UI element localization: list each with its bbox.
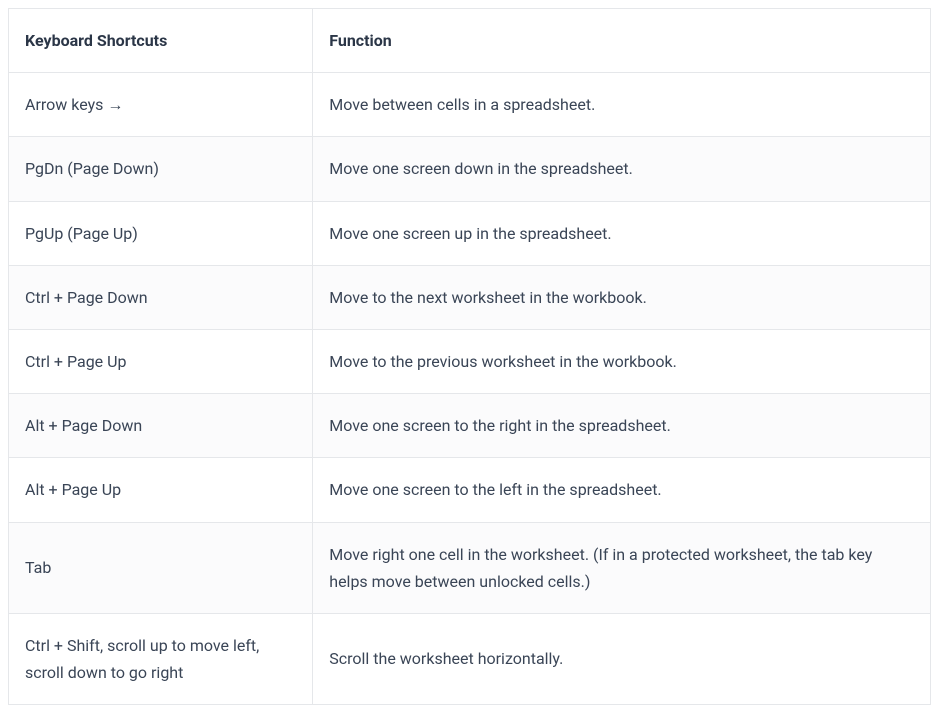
shortcuts-table: Keyboard Shortcuts Function Arrow keys →… bbox=[8, 8, 931, 705]
cell-function: Move to the previous worksheet in the wo… bbox=[313, 329, 931, 393]
cell-shortcut: PgDn (Page Down) bbox=[9, 137, 313, 201]
table-row: Alt + Page DownMove one screen to the ri… bbox=[9, 394, 931, 458]
cell-function: Scroll the worksheet horizontally. bbox=[313, 613, 931, 704]
cell-function: Move right one cell in the worksheet. (I… bbox=[313, 522, 931, 613]
cell-shortcut: PgUp (Page Up) bbox=[9, 201, 313, 265]
table-row: Alt + Page UpMove one screen to the left… bbox=[9, 458, 931, 522]
cell-function: Move between cells in a spreadsheet. bbox=[313, 73, 931, 137]
table-row: Ctrl + Shift, scroll up to move left, sc… bbox=[9, 613, 931, 704]
cell-shortcut: Ctrl + Shift, scroll up to move left, sc… bbox=[9, 613, 313, 704]
cell-shortcut: Arrow keys → bbox=[9, 73, 313, 137]
cell-function: Move one screen to the right in the spre… bbox=[313, 394, 931, 458]
cell-shortcut: Alt + Page Up bbox=[9, 458, 313, 522]
table-row: Ctrl + Page DownMove to the next workshe… bbox=[9, 265, 931, 329]
header-shortcut: Keyboard Shortcuts bbox=[9, 9, 313, 73]
cell-function: Move one screen up in the spreadsheet. bbox=[313, 201, 931, 265]
table-row: Ctrl + Page UpMove to the previous works… bbox=[9, 329, 931, 393]
table-row: TabMove right one cell in the worksheet.… bbox=[9, 522, 931, 613]
cell-function: Move one screen down in the spreadsheet. bbox=[313, 137, 931, 201]
cell-shortcut: Tab bbox=[9, 522, 313, 613]
table-row: Arrow keys →Move between cells in a spre… bbox=[9, 73, 931, 137]
cell-function: Move one screen to the left in the sprea… bbox=[313, 458, 931, 522]
cell-shortcut: Ctrl + Page Up bbox=[9, 329, 313, 393]
cell-shortcut: Ctrl + Page Down bbox=[9, 265, 313, 329]
table-row: PgDn (Page Down)Move one screen down in … bbox=[9, 137, 931, 201]
table-header-row: Keyboard Shortcuts Function bbox=[9, 9, 931, 73]
cell-function: Move to the next worksheet in the workbo… bbox=[313, 265, 931, 329]
table-row: PgUp (Page Up)Move one screen up in the … bbox=[9, 201, 931, 265]
header-function: Function bbox=[313, 9, 931, 73]
cell-shortcut: Alt + Page Down bbox=[9, 394, 313, 458]
